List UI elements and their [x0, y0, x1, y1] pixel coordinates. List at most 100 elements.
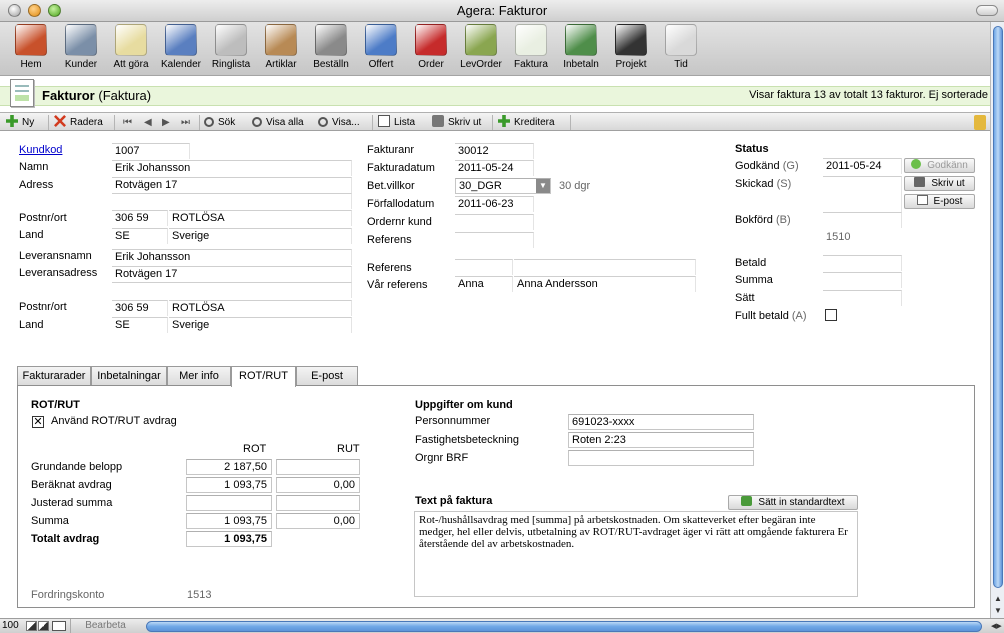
leveransadress-field[interactable]: Rotvägen 17: [112, 266, 352, 282]
print-invoice-button[interactable]: Skriv ut: [904, 176, 975, 191]
tab-rot-rut[interactable]: ROT/RUT: [231, 366, 296, 387]
use-rot-rut-checkbox[interactable]: ✕: [32, 416, 44, 428]
skickad-label: Skickad (S): [735, 178, 791, 190]
toolbar-att-göra-button[interactable]: Att göra: [106, 24, 156, 70]
toolbar-artiklar-button[interactable]: Artiklar: [256, 24, 306, 70]
tab-e-post[interactable]: E-post: [296, 366, 358, 386]
rut-grundande-field[interactable]: [276, 459, 360, 475]
forfallodatum-field[interactable]: 2011-06-23: [455, 196, 534, 212]
rut-berknat-field[interactable]: 0,00: [276, 477, 360, 493]
kundkod-field[interactable]: 1007: [112, 143, 190, 159]
lev-land-field[interactable]: Sverige: [169, 317, 352, 333]
personnummer-field[interactable]: 691023-xxxx: [568, 414, 754, 430]
betald-field[interactable]: [823, 255, 902, 271]
previous-record-button[interactable]: ◀: [144, 115, 152, 130]
delete-button[interactable]: Radera: [54, 115, 103, 130]
insert-standard-text-button[interactable]: Sätt in standardtext: [728, 495, 858, 510]
ordernr-field[interactable]: [455, 214, 534, 230]
rut-summa-field[interactable]: 0,00: [276, 513, 360, 529]
zoom-window-icon[interactable]: [48, 4, 61, 17]
vertical-scrollbar[interactable]: ▲ ▼: [990, 22, 1004, 620]
toolbar-beställn-button[interactable]: Beställn: [306, 24, 356, 70]
search-button[interactable]: Sök: [204, 115, 235, 130]
adress-field[interactable]: Rotvägen 17: [112, 177, 352, 193]
postnr-field[interactable]: 306 59: [112, 210, 168, 226]
rot-summa-field[interactable]: 1 093,75: [186, 513, 272, 529]
leveransadress2-field[interactable]: [112, 282, 352, 298]
close-window-icon[interactable]: [8, 4, 21, 17]
toolbar-ringlista-button[interactable]: Ringlista: [206, 24, 256, 70]
referens2-name-field[interactable]: [514, 259, 696, 275]
summa-field[interactable]: [823, 272, 902, 288]
scroll-right-icon[interactable]: ◀▶: [991, 622, 1002, 630]
toolbar-toggle-button[interactable]: [976, 5, 998, 16]
kundkod-link[interactable]: Kundkod: [19, 144, 62, 156]
credit-button[interactable]: Kreditera: [498, 115, 555, 130]
horizontal-scroll-thumb[interactable]: [146, 621, 982, 632]
approve-button[interactable]: Godkänn: [904, 158, 975, 173]
tab-fakturarader[interactable]: Fakturarader: [17, 366, 91, 386]
godkand-field[interactable]: 2011-05-24: [823, 158, 902, 174]
show-all-button[interactable]: Visa alla: [252, 115, 304, 130]
print-button[interactable]: Skriv ut: [432, 115, 481, 130]
toolbar-inbetaln-button[interactable]: Inbetaln: [556, 24, 606, 70]
zoom-in-icon[interactable]: [38, 621, 49, 631]
ort-field[interactable]: ROTLÖSA: [169, 210, 352, 226]
last-record-button[interactable]: ⏭: [181, 115, 190, 130]
orgnr-brf-field[interactable]: [568, 450, 754, 466]
lev-postnr-field[interactable]: 306 59: [112, 300, 168, 316]
email-button[interactable]: E-post: [904, 194, 975, 209]
toolbar-offert-button[interactable]: Offert: [356, 24, 406, 70]
first-record-button[interactable]: ⏮: [123, 115, 132, 130]
fakturadatum-field[interactable]: 2011-05-24: [455, 160, 534, 176]
new-button[interactable]: Ny: [6, 115, 34, 130]
satt-field[interactable]: [823, 290, 902, 306]
zoom-level[interactable]: 100: [2, 620, 19, 631]
tab-mer-info[interactable]: Mer info: [167, 366, 231, 386]
zoom-out-icon[interactable]: [26, 621, 37, 631]
toolbar-projekt-button[interactable]: Projekt: [606, 24, 656, 70]
toolbar-levorder-button[interactable]: LevOrder: [456, 24, 506, 70]
toolbar-faktura-button[interactable]: Faktura: [506, 24, 556, 70]
toolbar-kunder-button[interactable]: Kunder: [56, 24, 106, 70]
referens2-code-field[interactable]: [455, 259, 513, 275]
lev-landkod-field[interactable]: SE: [112, 317, 168, 333]
lock-icon[interactable]: [974, 115, 986, 130]
scroll-up-icon[interactable]: ▲: [994, 594, 1002, 603]
tab-inbetalningar[interactable]: Inbetalningar: [91, 366, 167, 386]
rut-justerad-field[interactable]: [276, 495, 360, 511]
show-button[interactable]: Visa...: [318, 115, 360, 130]
landkod-field[interactable]: SE: [112, 228, 168, 244]
scroll-down-icon[interactable]: ▼: [994, 606, 1002, 615]
rot-totalt-field[interactable]: 1 093,75: [186, 531, 272, 547]
leveransnamn-field[interactable]: Erik Johansson: [112, 249, 352, 265]
rot-justerad-field[interactable]: [186, 495, 272, 511]
betvillkor-select[interactable]: 30_DGR ▼: [455, 178, 551, 194]
referens-field[interactable]: [455, 232, 534, 248]
toolbar-hem-button[interactable]: Hem: [6, 24, 56, 70]
vertical-scroll-thumb[interactable]: [993, 26, 1003, 588]
next-record-button[interactable]: ▶: [162, 115, 170, 130]
minimize-window-icon[interactable]: [28, 4, 41, 17]
var-referens-name-field[interactable]: Anna Andersson: [514, 276, 696, 292]
var-referens-code-field[interactable]: Anna: [455, 276, 513, 292]
lev-ort-field[interactable]: ROTLÖSA: [169, 300, 352, 316]
faktura-text-area[interactable]: Rot-/hushållsavdrag med [summa] på arbet…: [414, 511, 858, 597]
rot-grundande-field[interactable]: 2 187,50: [186, 459, 272, 475]
toggle-status-area-icon[interactable]: [52, 621, 66, 631]
window-titlebar[interactable]: Agera: Fakturor: [0, 0, 1004, 22]
skickad-field[interactable]: [823, 176, 902, 212]
bokford-field[interactable]: [823, 212, 902, 228]
adress2-field[interactable]: [112, 193, 352, 209]
fakturanr-field[interactable]: 30012: [455, 143, 534, 159]
toolbar-tid-button[interactable]: Tid: [656, 24, 706, 70]
toolbar-order-button[interactable]: Order: [406, 24, 456, 70]
fastighet-field[interactable]: Roten 2:23: [568, 432, 754, 448]
land-field[interactable]: Sverige: [169, 228, 352, 244]
namn-field[interactable]: Erik Johansson: [112, 160, 352, 176]
toolbar-kalender-button[interactable]: Kalender: [156, 24, 206, 70]
rot-berknat-field[interactable]: 1 093,75: [186, 477, 272, 493]
list-button[interactable]: Lista: [378, 115, 415, 130]
chevron-down-icon[interactable]: ▼: [536, 179, 550, 193]
fullt-betald-checkbox[interactable]: [825, 309, 837, 321]
